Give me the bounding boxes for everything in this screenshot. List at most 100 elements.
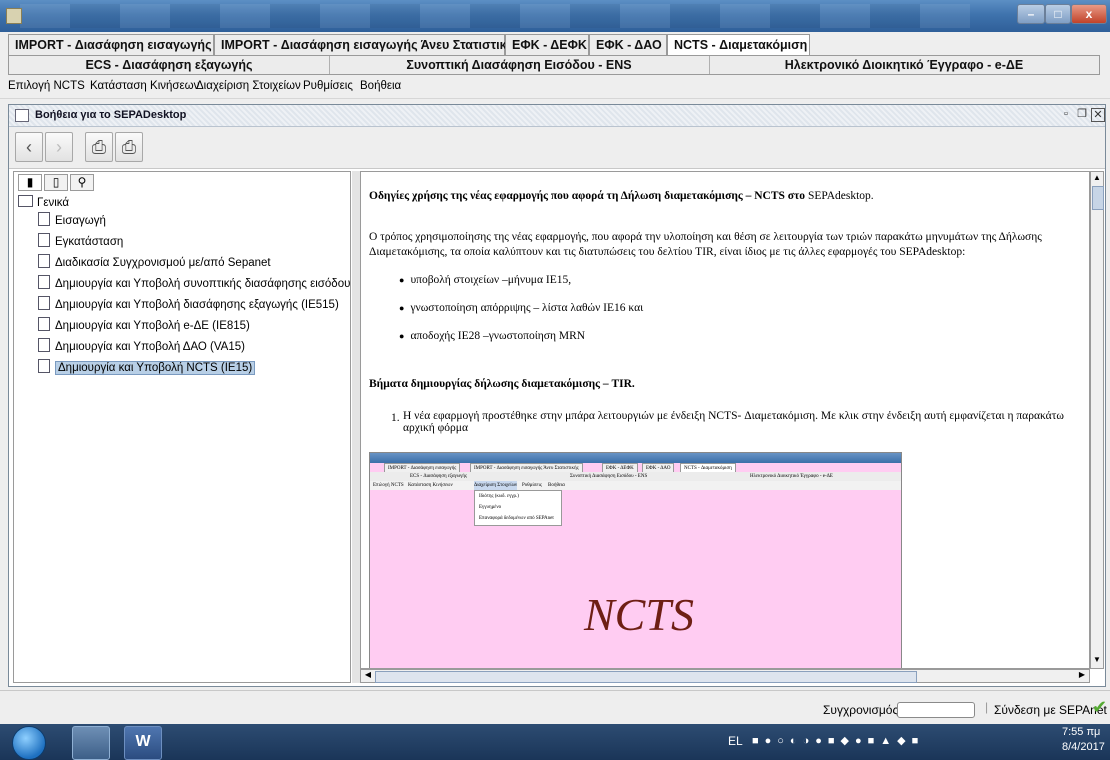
help-frame-title-bar: Βοήθεια για το SEPADesktop ▫ ❐ ✕ — [9, 105, 1105, 127]
print-button[interactable]: ⎙ — [85, 132, 113, 162]
tab-contents[interactable]: ▮ — [18, 174, 42, 191]
window-title-bar: – □ x — [0, 0, 1110, 32]
content-paragraph: Ο τρόπος χρησιμοποίησης της νέας εφαρμογ… — [369, 231, 1042, 258]
bullet-item: υποβολή στοιχείων –μήνυμα ΙΕ15, — [399, 274, 571, 286]
tab-ecs[interactable]: ECS - Διασάφηση εξαγωγής — [9, 56, 330, 74]
tab-index[interactable]: ▯ — [44, 174, 68, 191]
scroll-down-icon[interactable]: ▼ — [1092, 655, 1102, 667]
embedded-tab: ECS - Διασάφηση εξαγωγής — [410, 474, 467, 479]
back-button[interactable]: ‹ — [15, 132, 43, 162]
page-icon — [38, 296, 50, 310]
page-icon — [38, 233, 50, 247]
menu-ncts-select[interactable]: Επιλογή NCTS — [8, 80, 85, 92]
clock-date[interactable]: 8/4/2017 — [1062, 741, 1105, 753]
scroll-left-icon[interactable]: ◀ — [362, 670, 374, 682]
status-divider: | — [985, 700, 989, 714]
taskbar-app-word[interactable]: W — [124, 726, 162, 760]
tab-efk-dao[interactable]: ΕΦΚ - ΔΑΟ — [589, 34, 667, 55]
scroll-up-icon[interactable]: ▲ — [1092, 173, 1102, 185]
tab-import-no-stats[interactable]: IMPORT - Διασάφηση εισαγωγής Άνευ Στατισ… — [214, 34, 521, 55]
tree-item[interactable]: Δημιουργία και Υποβολή διασάφησης εξαγωγ… — [38, 296, 339, 314]
chevron-right-icon: › — [56, 137, 62, 157]
tab-row-2: ECS - Διασάφηση εξαγωγής Συνοπτική Διασά… — [8, 55, 1100, 75]
print-setup-icon: ⎙ — [121, 137, 137, 157]
tree-item-selected[interactable]: Δημιουργία και Υποβολή NCTS (IE15) — [38, 359, 256, 377]
menu-settings[interactable]: Ρυθμίσεις — [303, 80, 353, 92]
page-icon — [38, 254, 50, 268]
bullet-item: γνωστοποίηση απόρριψης – λίστα λαθών ΙΕ1… — [399, 302, 643, 314]
content-heading-tail: SEPAdesktop. — [807, 190, 874, 202]
frame-close-icon[interactable]: ✕ — [1091, 108, 1105, 122]
menu-help[interactable]: Βοήθεια — [360, 80, 401, 92]
page-icon — [38, 359, 50, 373]
start-button[interactable] — [12, 726, 46, 760]
step-number: 1. — [391, 412, 400, 424]
tab-ens[interactable]: Συνοπτική Διασάφηση Εισόδου - ENS — [329, 56, 710, 74]
embedded-menu-bar: Επιλογή NCTS Κατάσταση Κινήσεων Διαχείρι… — [370, 481, 901, 490]
help-toolbar: ‹ › ⎙ ⎙ — [9, 127, 1105, 169]
tree-root-general[interactable]: Γενικά — [18, 194, 69, 212]
scroll-right-icon[interactable]: ▶ — [1076, 670, 1088, 682]
scroll-thumb[interactable] — [375, 671, 917, 683]
page-icon — [38, 338, 50, 352]
embedded-tab-row-2: ECS - Διασάφηση εξαγωγής Συνοπτική Διασά… — [370, 472, 901, 481]
printer-icon: ⎙ — [91, 137, 107, 157]
status-bar: Συγχρονισμός | Σύνδεση με SEPAnet ✔ — [0, 690, 1110, 724]
taskbar: W EL ■●○◐◑●■◆●■▲◆■ 7:55 πμ 8/4/2017 — [0, 724, 1110, 760]
page-icon — [38, 212, 50, 226]
embedded-dropdown-item: Επαναφορά δεδομένων από SEPAnet — [479, 516, 554, 521]
page-icon — [38, 317, 50, 331]
app-icon — [6, 8, 22, 24]
tree-item[interactable]: Διαδικασία Συγχρονισμού με/από Sepanet — [38, 254, 271, 272]
embedded-dropdown-item: Εγγυημένο — [479, 505, 502, 510]
tree-item[interactable]: Δημιουργία και Υποβολή ΔΑΟ (VA15) — [38, 338, 245, 356]
tree-item[interactable]: Δημιουργία και Υποβολή συνοπτικής διασάφ… — [38, 275, 391, 293]
step-text: Η νέα εφαρμογή προστέθηκε στην μπάρα λει… — [403, 410, 1064, 434]
forward-button[interactable]: › — [45, 132, 73, 162]
chevron-left-icon: ‹ — [26, 137, 32, 157]
language-indicator[interactable]: EL — [728, 734, 743, 748]
connect-label: Σύνδεση με SEPAnet — [994, 703, 1107, 717]
tree-item[interactable]: Δημιουργία και Υποβολή e-ΔΕ (IE815) — [38, 317, 250, 335]
minimize-button[interactable]: – — [1017, 4, 1045, 24]
tab-e-de[interactable]: Ηλεκτρονικό Διοικητικό Έγγραφο - e-ΔΕ — [709, 56, 1099, 74]
tab-efk-defk[interactable]: ΕΦΚ - ΔΕΦΚ — [505, 34, 589, 55]
close-button[interactable]: x — [1071, 4, 1107, 24]
maximize-button[interactable]: □ — [1045, 4, 1071, 24]
frame-icon — [15, 109, 29, 122]
menu-data-management[interactable]: Διαχείριση Στοιχείων — [196, 80, 301, 92]
sync-label: Συγχρονισμός — [823, 703, 899, 717]
help-frame-title: Βοήθεια για το SEPADesktop — [35, 109, 187, 121]
bullet-item: αποδοχής ΙΕ28 –γνωστοποίηση MRN — [399, 330, 585, 342]
embedded-tab: Συνοπτική Διασάφηση Εισόδου - ENS — [570, 474, 648, 479]
index-icon: ▯ — [52, 175, 60, 189]
menu-movement-status[interactable]: Κατάσταση Κινήσεων — [90, 80, 199, 92]
embedded-menu-item: Βοήθεια — [548, 483, 565, 488]
pane-splitter[interactable] — [352, 171, 360, 683]
scroll-thumb[interactable] — [1092, 186, 1104, 210]
help-content-pane: Οδηγίες χρήσης της νέας εφαρμογής που αφ… — [360, 171, 1090, 669]
tab-import[interactable]: IMPORT - Διασάφηση εισαγωγής — [8, 34, 214, 55]
tab-ncts[interactable]: NCTS - Διαμετακόμιση — [667, 34, 810, 55]
ncts-logo: NCTS — [584, 589, 694, 640]
taskbar-app-sepa[interactable] — [72, 726, 110, 760]
embedded-title-bar — [370, 453, 901, 463]
tab-search[interactable]: ⚲ — [70, 174, 94, 191]
folder-icon — [18, 195, 33, 207]
clock-time[interactable]: 7:55 πμ — [1062, 726, 1100, 738]
vertical-scrollbar[interactable]: ▲ ▼ — [1090, 171, 1104, 669]
horizontal-scrollbar[interactable]: ◀ ▶ — [360, 669, 1090, 683]
embedded-menu-item: Διαχείριση Στοιχείων — [474, 481, 518, 490]
tree-item[interactable]: Εισαγωγή — [38, 212, 106, 230]
menu-bar: Επιλογή NCTS Κατάσταση Κινήσεων Διαχείρι… — [0, 77, 1110, 99]
embedded-menu-item: Κατάσταση Κινήσεων — [408, 483, 453, 488]
tray-icons[interactable]: ■●○◐◑●■◆●■▲◆■ — [752, 734, 924, 747]
tree-item[interactable]: Εγκατάσταση — [38, 233, 123, 251]
sync-progress-field — [897, 702, 975, 718]
frame-restore-icon[interactable]: ❐ — [1075, 108, 1089, 122]
section-heading: Βήματα δημιουργίας δήλωσης διαμετακόμιση… — [369, 378, 635, 390]
help-frame: Βοήθεια για το SEPADesktop ▫ ❐ ✕ ‹ › ⎙ ⎙… — [8, 104, 1106, 687]
print-setup-button[interactable]: ⎙ — [115, 132, 143, 162]
frame-iconify-icon[interactable]: ▫ — [1059, 108, 1073, 122]
book-icon: ▮ — [26, 175, 34, 189]
